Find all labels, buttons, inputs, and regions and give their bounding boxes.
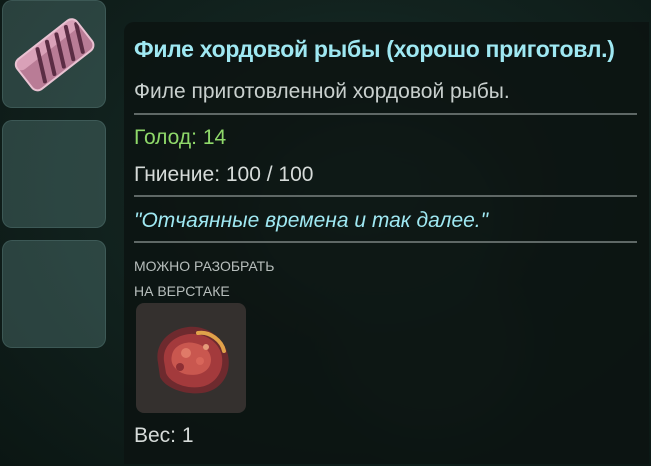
divider: [134, 195, 637, 197]
item-title: Филе хордовой рыбы (хорошо приготовл.): [134, 36, 615, 62]
item-description: Филе приготовленной хордовой рыбы.: [134, 80, 510, 103]
divider: [134, 113, 637, 115]
decay-stat: Гниение: 100 / 100: [134, 163, 314, 186]
disassemble-label: МОЖНО РАЗОБРАТЬ: [134, 258, 275, 274]
inventory-slot-1[interactable]: [2, 0, 106, 108]
inventory-slot-3[interactable]: [2, 240, 106, 348]
divider: [134, 241, 637, 243]
inventory-slot-2[interactable]: [2, 120, 106, 228]
disassemble-material-slot: [136, 303, 246, 413]
item-weight: Вес: 1: [134, 424, 194, 447]
hunger-stat: Голод: 14: [134, 126, 227, 149]
flavor-quote: "Отчаянные времена и так далее.": [134, 209, 489, 232]
disassemble-label-2: НА ВЕРСТАКЕ: [134, 283, 230, 299]
raw-meat-chunk-icon: [157, 326, 229, 394]
cooked-fish-fillet-icon: [14, 18, 95, 92]
